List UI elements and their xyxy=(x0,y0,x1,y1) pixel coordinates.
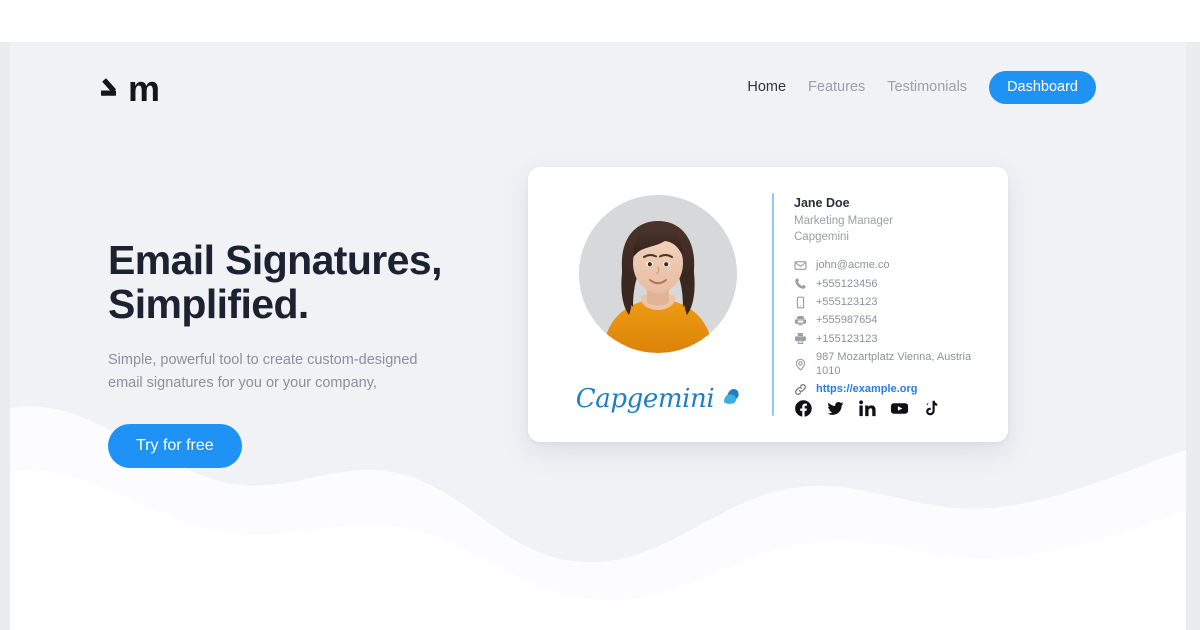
location-pin-icon xyxy=(794,358,807,371)
contact-text-address: 987 Mozartplatz Vienna, Austria 1010 xyxy=(816,350,972,378)
twitter-icon[interactable] xyxy=(826,399,845,418)
contact-row-fax[interactable]: +155123123 xyxy=(794,332,984,346)
card-divider xyxy=(772,193,774,416)
capgemini-logo-word: Capgemini xyxy=(575,383,715,414)
mobile-icon xyxy=(794,296,807,309)
phone-icon xyxy=(794,277,807,290)
envelope-icon xyxy=(794,259,807,272)
facebook-icon[interactable] xyxy=(794,399,813,418)
avatar xyxy=(579,195,737,353)
social-links xyxy=(794,399,984,422)
capgemini-logo: Capgemini xyxy=(576,385,741,412)
dashboard-button[interactable]: Dashboard xyxy=(989,70,1096,104)
landing-page: m Home Features Testimonials Dashboard E… xyxy=(10,42,1186,630)
hero-section: Email Signatures, Simplified. Simple, po… xyxy=(108,238,498,468)
page-frame: m Home Features Testimonials Dashboard E… xyxy=(0,0,1200,630)
nav-item-testimonials[interactable]: Testimonials xyxy=(887,79,967,95)
contact-row-website[interactable]: https://example.org xyxy=(794,382,984,396)
nav-item-features[interactable]: Features xyxy=(808,79,865,95)
linkedin-icon[interactable] xyxy=(858,399,877,418)
hero-subtitle: Simple, powerful tool to create custom-d… xyxy=(108,351,418,392)
email-signature-card: Capgemini Jane Doe Marketing Manager Cap… xyxy=(528,167,1008,442)
contact-row-email[interactable]: john@acme.co xyxy=(794,258,984,272)
hero-title: Email Signatures, Simplified. xyxy=(108,237,442,328)
contact-list: john@acme.co +555123456 +555123123 +5559… xyxy=(794,258,984,396)
contact-text-phone: +555123456 xyxy=(816,277,878,290)
angled-slash-mark-icon xyxy=(100,70,126,105)
fax-icon xyxy=(794,332,807,345)
contact-text-email: john@acme.co xyxy=(816,259,890,272)
signature-company: Capgemini xyxy=(794,231,849,244)
frame-edge-right xyxy=(1186,42,1200,630)
signature-card-details: Jane Doe Marketing Manager Capgemini joh… xyxy=(794,189,984,422)
contact-text-mobile: +555123123 xyxy=(816,296,878,308)
telephone-icon xyxy=(794,314,807,327)
contact-row-address[interactable]: 987 Mozartplatz Vienna, Austria 1010 xyxy=(794,350,984,379)
nav-item-home[interactable]: Home xyxy=(747,79,786,95)
signature-card-left-column: Capgemini xyxy=(552,189,764,422)
brand-logo-word: m xyxy=(128,67,160,109)
contact-row-mobile[interactable]: +555123123 xyxy=(794,295,984,309)
site-header: m Home Features Testimonials Dashboard xyxy=(10,42,1186,132)
signature-name: Jane Doe xyxy=(794,196,850,210)
try-for-free-button[interactable]: Try for free xyxy=(108,423,242,468)
contact-text-website: https://example.org xyxy=(816,383,918,396)
youtube-icon[interactable] xyxy=(890,399,909,418)
link-icon xyxy=(794,383,807,396)
signature-role: Marketing Manager xyxy=(794,214,894,227)
main-nav: Home Features Testimonials Dashboard xyxy=(747,70,1096,104)
brand-logo[interactable]: m xyxy=(100,67,160,109)
contact-row-telephone[interactable]: +555987654 xyxy=(794,313,984,327)
frame-edge-left xyxy=(0,42,10,630)
contact-row-phone[interactable]: +555123456 xyxy=(794,277,984,291)
capgemini-swoosh-icon xyxy=(716,385,740,412)
tiktok-icon[interactable] xyxy=(922,399,941,418)
contact-text-fax: +155123123 xyxy=(816,332,878,345)
contact-text-telephone: +555987654 xyxy=(816,314,878,327)
